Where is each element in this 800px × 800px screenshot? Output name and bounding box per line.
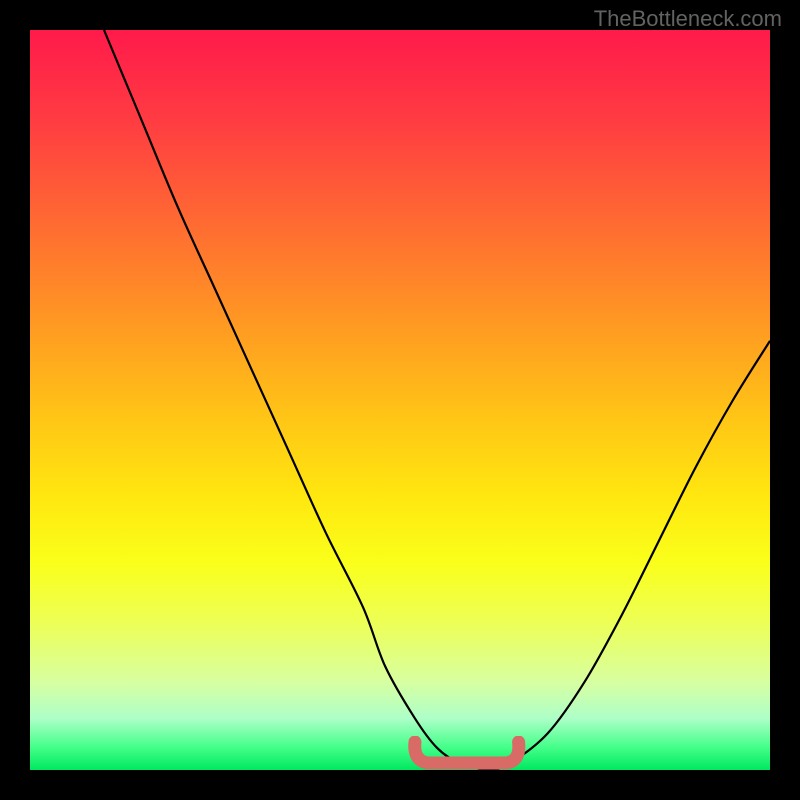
optimal-range-path bbox=[415, 742, 519, 763]
optimal-range-marker bbox=[407, 736, 527, 770]
bottleneck-curve-plot bbox=[30, 30, 770, 770]
watermark-text: TheBottleneck.com bbox=[594, 6, 782, 32]
bottleneck-curve-path bbox=[104, 30, 770, 770]
chart-frame bbox=[30, 30, 770, 770]
